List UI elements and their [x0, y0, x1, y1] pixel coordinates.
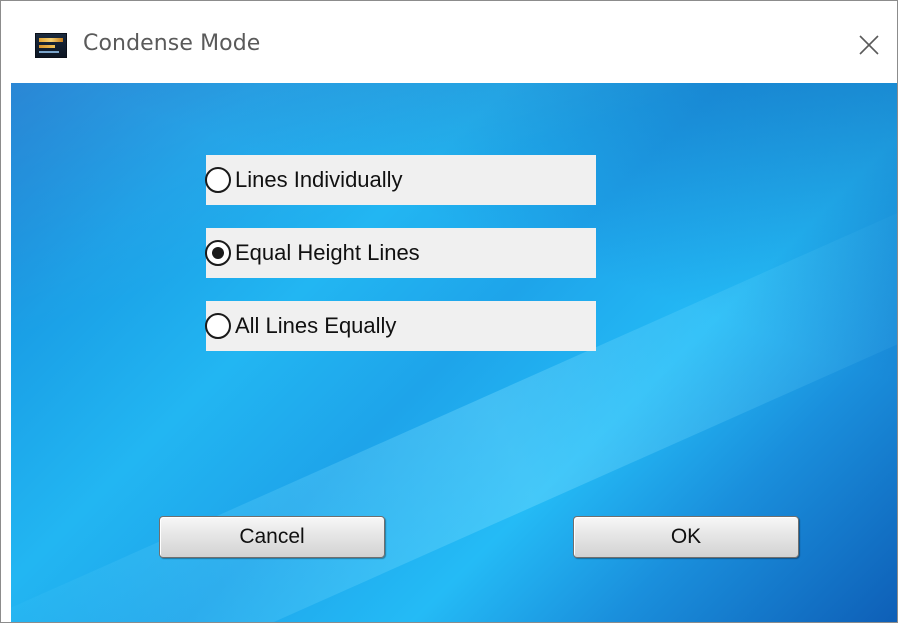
- radio-button[interactable]: [205, 240, 231, 266]
- radio-button[interactable]: [205, 313, 231, 339]
- radio-button[interactable]: [205, 167, 231, 193]
- title-bar: Condense Mode: [1, 1, 897, 83]
- dialog-client-area: Lines Individually Equal Height Lines Al…: [11, 83, 897, 622]
- radio-label: Lines Individually: [235, 167, 403, 192]
- close-button[interactable]: [849, 27, 889, 63]
- radio-label: Equal Height Lines: [235, 240, 420, 265]
- cancel-button[interactable]: Cancel: [159, 516, 385, 558]
- radio-option-equal-height-lines[interactable]: Equal Height Lines: [205, 228, 596, 278]
- ok-button[interactable]: OK: [573, 516, 799, 558]
- radio-option-all-lines-equally[interactable]: All Lines Equally: [205, 301, 596, 351]
- radio-option-lines-individually[interactable]: Lines Individually: [205, 155, 596, 205]
- app-logo-icon: [35, 33, 67, 58]
- condense-mode-dialog: Condense Mode Lines Individually Equal H…: [0, 0, 898, 623]
- radio-label: All Lines Equally: [235, 313, 397, 338]
- window-title: Condense Mode: [83, 31, 261, 56]
- close-icon: [859, 35, 879, 55]
